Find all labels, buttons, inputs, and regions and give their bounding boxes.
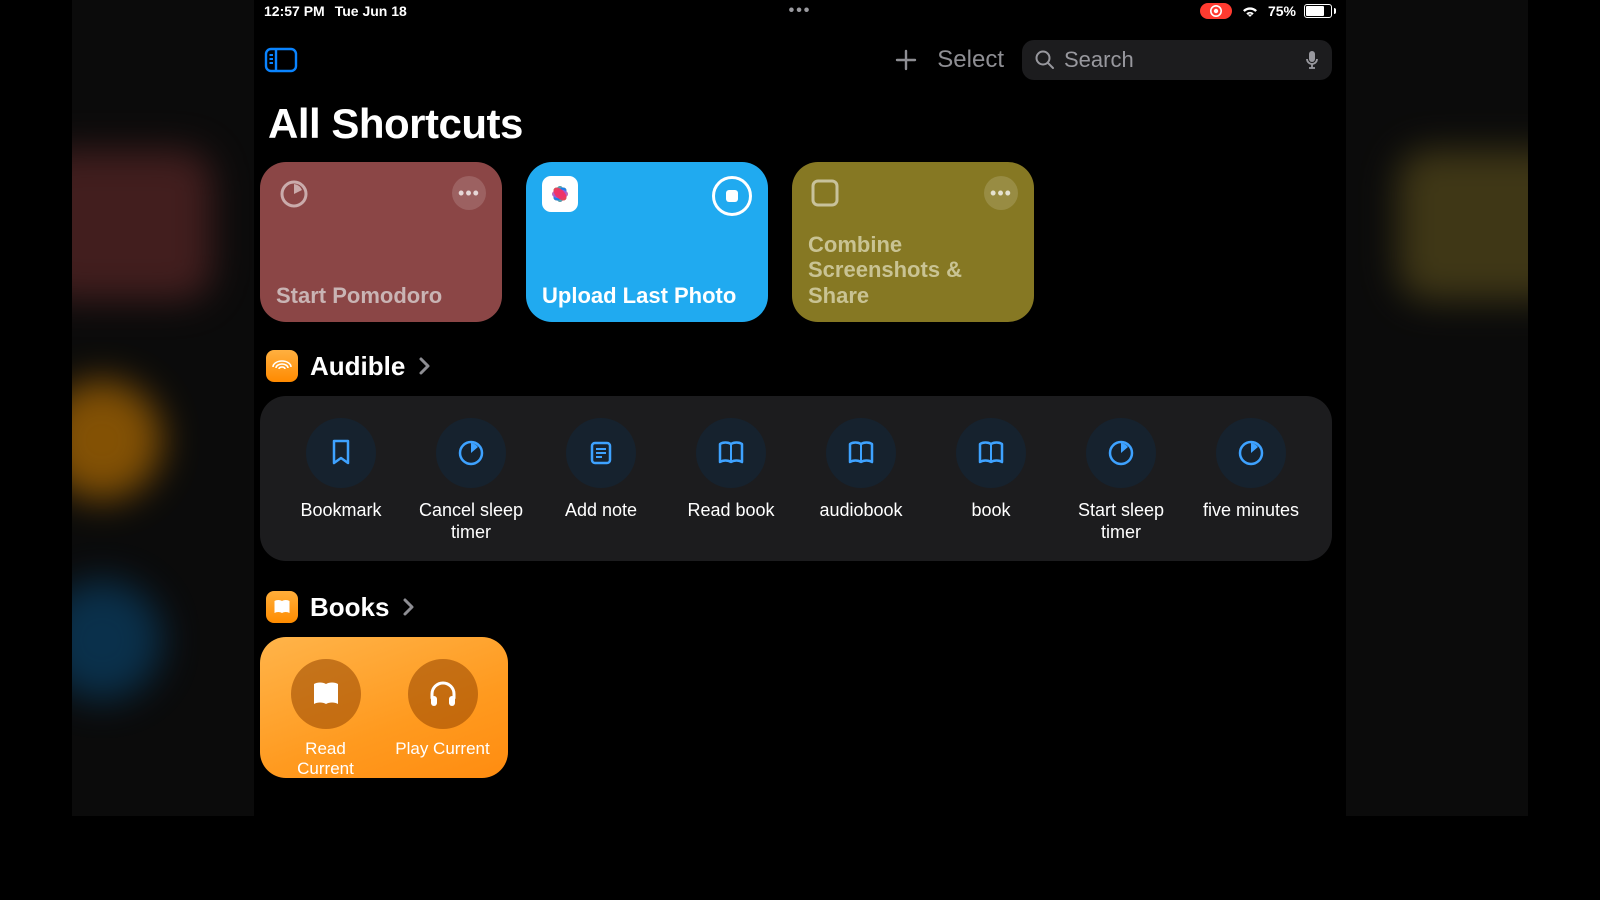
headphones-icon (408, 659, 478, 729)
square-icon (808, 176, 844, 212)
dictation-icon[interactable] (1304, 49, 1320, 71)
books-action-play-current[interactable]: Play Current (393, 659, 492, 778)
action-label: Add note (565, 500, 637, 522)
wifi-icon (1240, 4, 1260, 18)
add-shortcut-button[interactable] (893, 47, 919, 73)
book-icon (956, 418, 1026, 488)
book-icon (291, 659, 361, 729)
status-date: Tue Jun 18 (335, 3, 407, 19)
shortcut-tile-upload-last-photo[interactable]: Upload Last Photo (526, 162, 768, 322)
audible-action-start-sleep-timer[interactable]: Start sleep timer (1060, 418, 1182, 543)
battery-percent: 75% (1268, 3, 1296, 19)
timer-icon (436, 418, 506, 488)
action-label: five minutes (1203, 500, 1299, 522)
tile-more-button[interactable]: ••• (452, 176, 486, 210)
photos-app-icon (542, 176, 578, 212)
page-title: All Shortcuts (268, 100, 1332, 148)
search-icon (1034, 49, 1056, 71)
audible-action-add-note[interactable]: Add note (540, 418, 662, 543)
section-header-books[interactable]: Books (266, 591, 1332, 623)
multitasking-dots-icon[interactable]: ••• (789, 2, 812, 20)
timer-icon (276, 176, 312, 212)
select-button[interactable]: Select (937, 46, 1004, 74)
audible-action-bookmark[interactable]: Bookmark (280, 418, 402, 543)
audible-action-book[interactable]: book (930, 418, 1052, 543)
tile-label: Start Pomodoro (276, 283, 486, 308)
action-label: Play Current (395, 739, 489, 759)
section-title: Books (310, 592, 389, 623)
action-label: book (971, 500, 1010, 522)
chevron-right-icon (401, 597, 415, 617)
audible-actions-panel: Bookmark Cancel sleep timer Add note Rea… (260, 396, 1332, 561)
books-app-icon (266, 591, 298, 623)
search-placeholder: Search (1064, 47, 1304, 73)
battery-icon (1304, 4, 1336, 18)
audible-action-cancel-sleep-timer[interactable]: Cancel sleep timer (410, 418, 532, 543)
section-title: Audible (310, 351, 405, 382)
tile-label: Combine Screenshots & Share (808, 232, 1018, 308)
action-label: Read book (687, 500, 774, 522)
action-label: Start sleep timer (1060, 500, 1182, 543)
tile-label: Upload Last Photo (542, 283, 752, 308)
book-icon (696, 418, 766, 488)
action-label: Cancel sleep timer (410, 500, 532, 543)
book-icon (826, 418, 896, 488)
toolbar: Select Search (254, 22, 1346, 88)
running-stop-button[interactable] (712, 176, 752, 216)
audible-action-five-minutes[interactable]: five minutes (1190, 418, 1312, 543)
timer-icon (1216, 418, 1286, 488)
status-time: 12:57 PM (264, 3, 325, 19)
toggle-sidebar-button[interactable] (264, 46, 298, 74)
action-label: audiobook (819, 500, 902, 522)
chevron-right-icon (417, 356, 431, 376)
status-bar: 12:57 PM Tue Jun 18 ••• 75% (254, 0, 1346, 22)
books-shortcut-tile[interactable]: Read Current Play Current (260, 637, 508, 778)
audible-action-read-book[interactable]: Read book (670, 418, 792, 543)
action-label: Read Current (276, 739, 375, 778)
action-label: Bookmark (300, 500, 381, 522)
search-field[interactable]: Search (1022, 40, 1332, 80)
audible-app-icon (266, 350, 298, 382)
bookmark-icon (306, 418, 376, 488)
timer-icon (1086, 418, 1156, 488)
audible-action-audiobook[interactable]: audiobook (800, 418, 922, 543)
books-action-read-current[interactable]: Read Current (276, 659, 375, 778)
tile-more-button[interactable]: ••• (984, 176, 1018, 210)
shortcut-tile-combine-screenshots[interactable]: ••• Combine Screenshots & Share (792, 162, 1034, 322)
section-header-audible[interactable]: Audible (266, 350, 1332, 382)
note-icon (566, 418, 636, 488)
screen-recording-indicator[interactable] (1200, 3, 1232, 19)
shortcut-tiles: ••• Start Pomodoro (260, 162, 1332, 322)
shortcut-tile-start-pomodoro[interactable]: ••• Start Pomodoro (260, 162, 502, 322)
